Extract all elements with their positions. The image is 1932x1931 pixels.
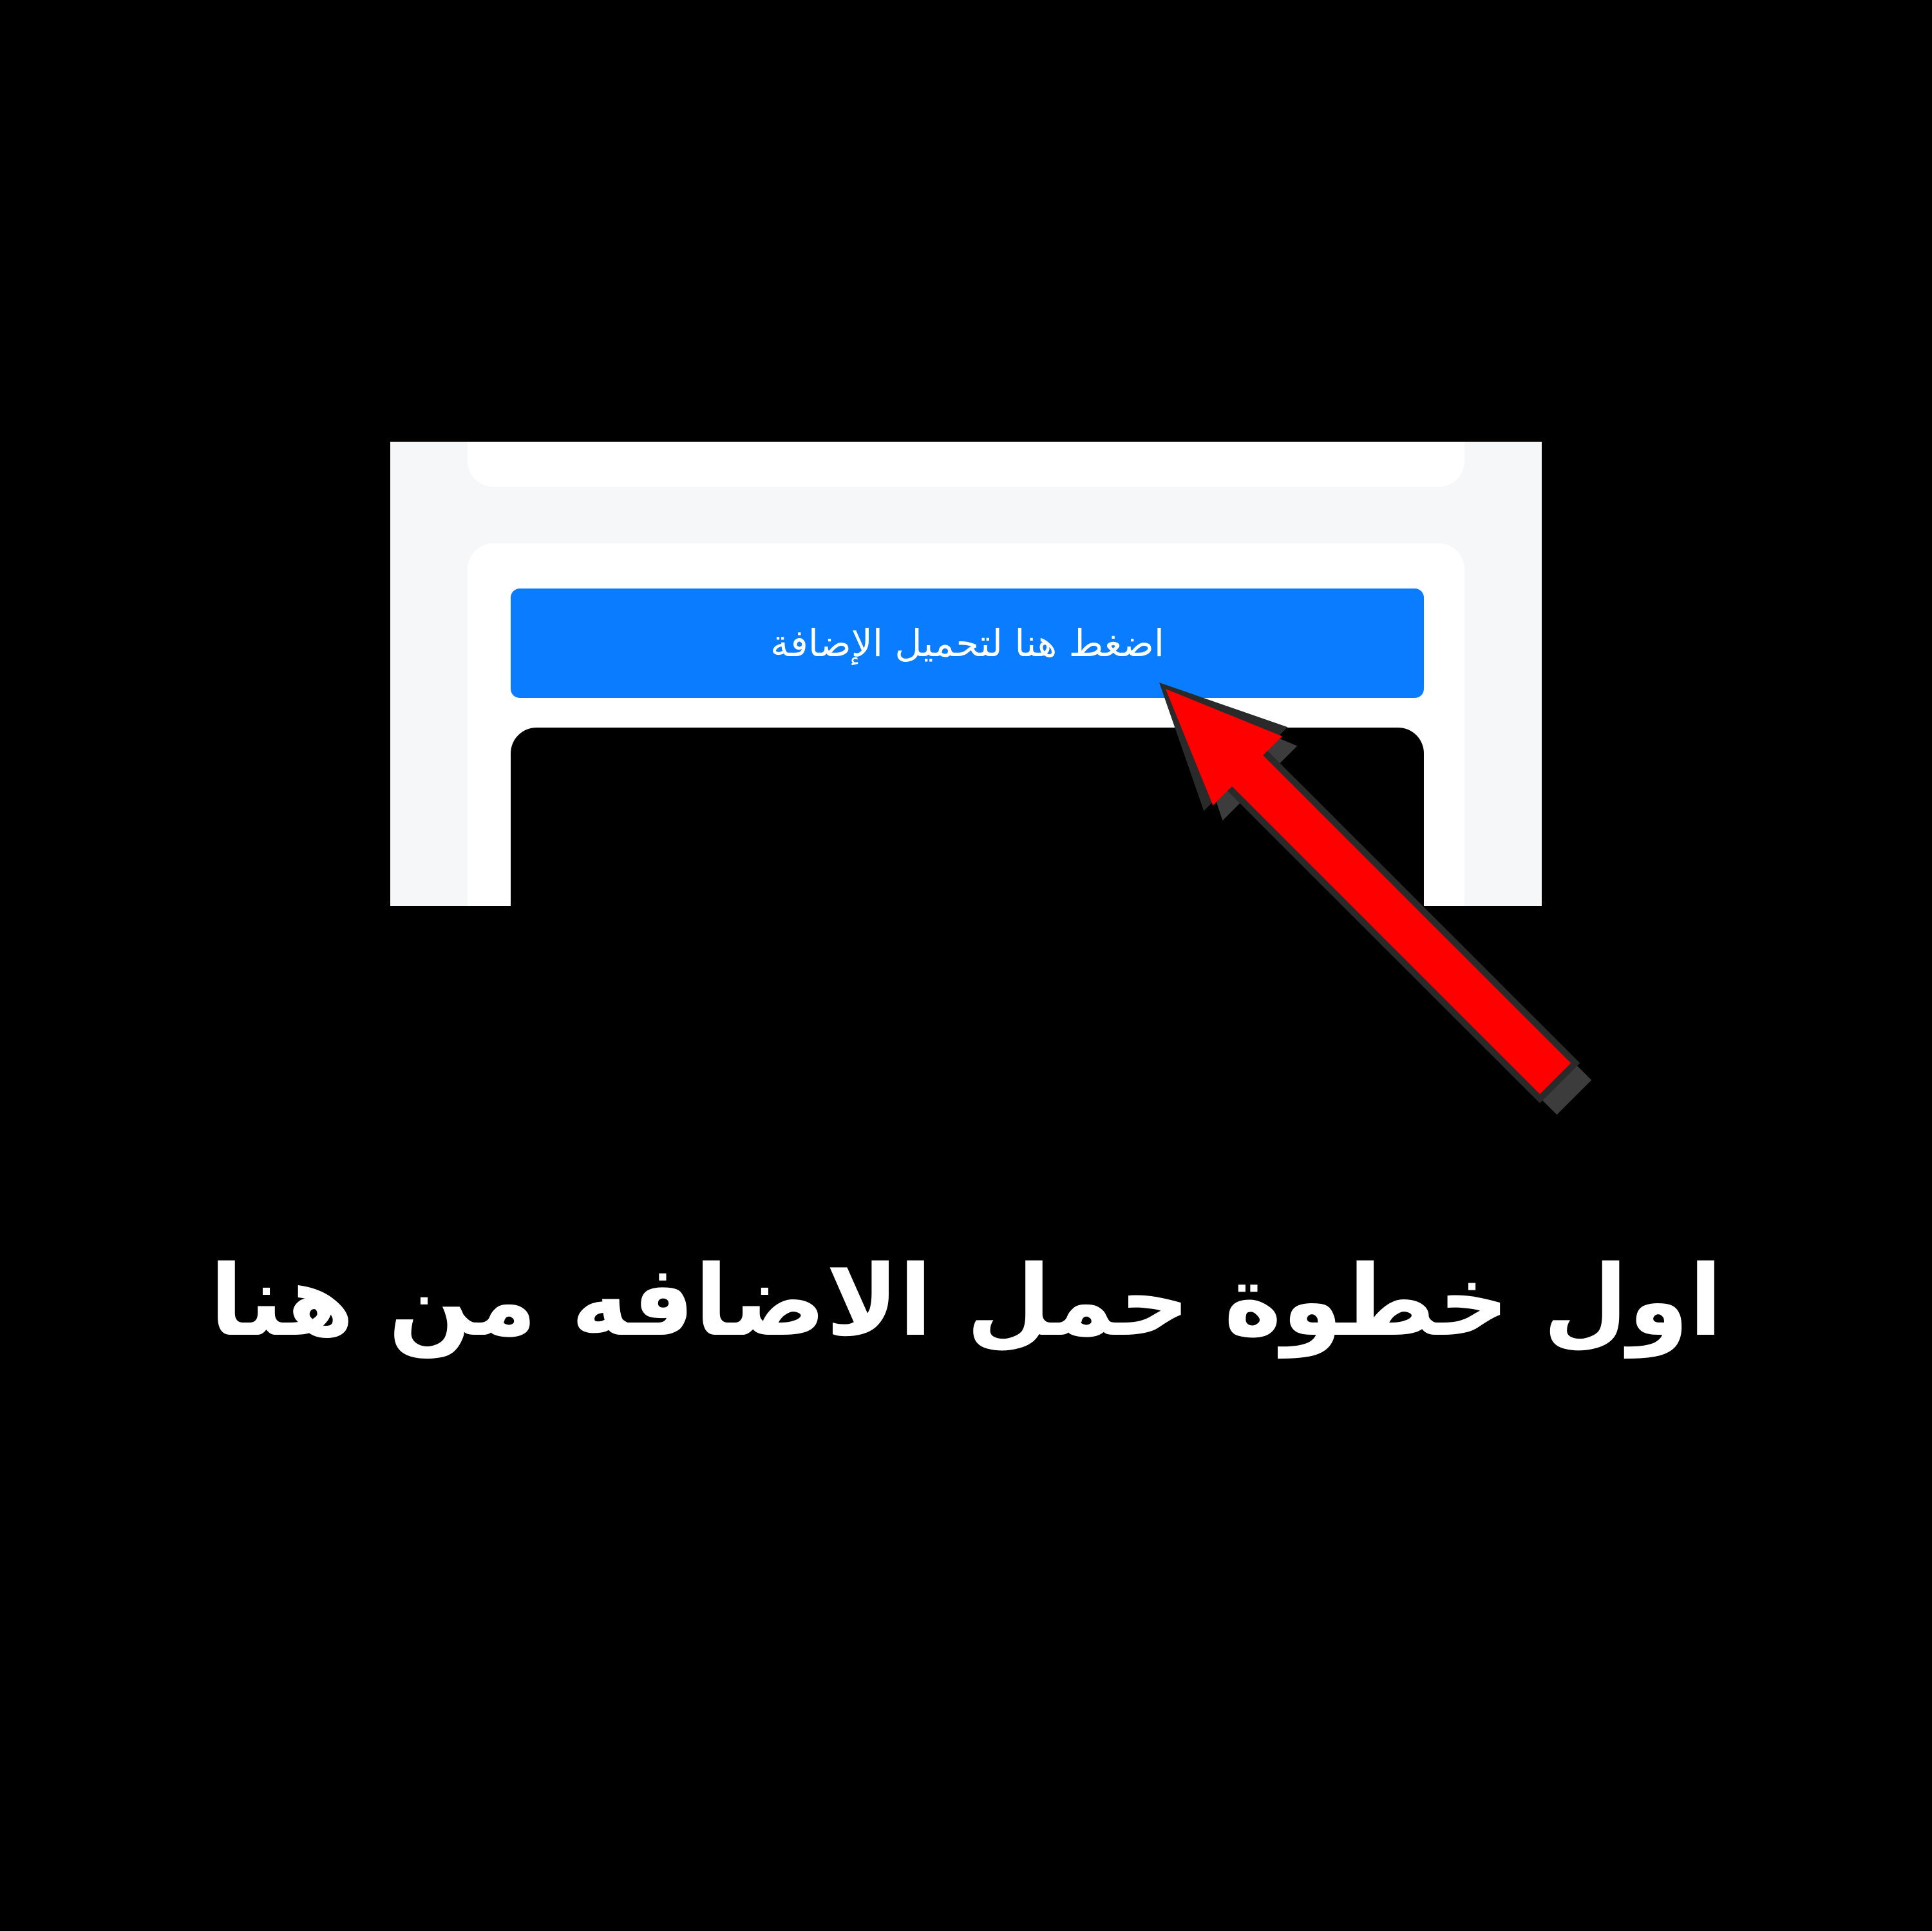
top-card [468,442,1464,487]
instruction-caption: اول خطوة حمل الاضافه من هنا [209,1244,1723,1358]
download-card: اضغط هنا لتحميل الإضافة [468,543,1464,906]
media-preview [511,728,1424,906]
screenshot-panel: اضغط هنا لتحميل الإضافة [390,442,1542,906]
download-extension-button[interactable]: اضغط هنا لتحميل الإضافة [511,589,1424,698]
red-arrow-icon [1159,683,1592,1115]
